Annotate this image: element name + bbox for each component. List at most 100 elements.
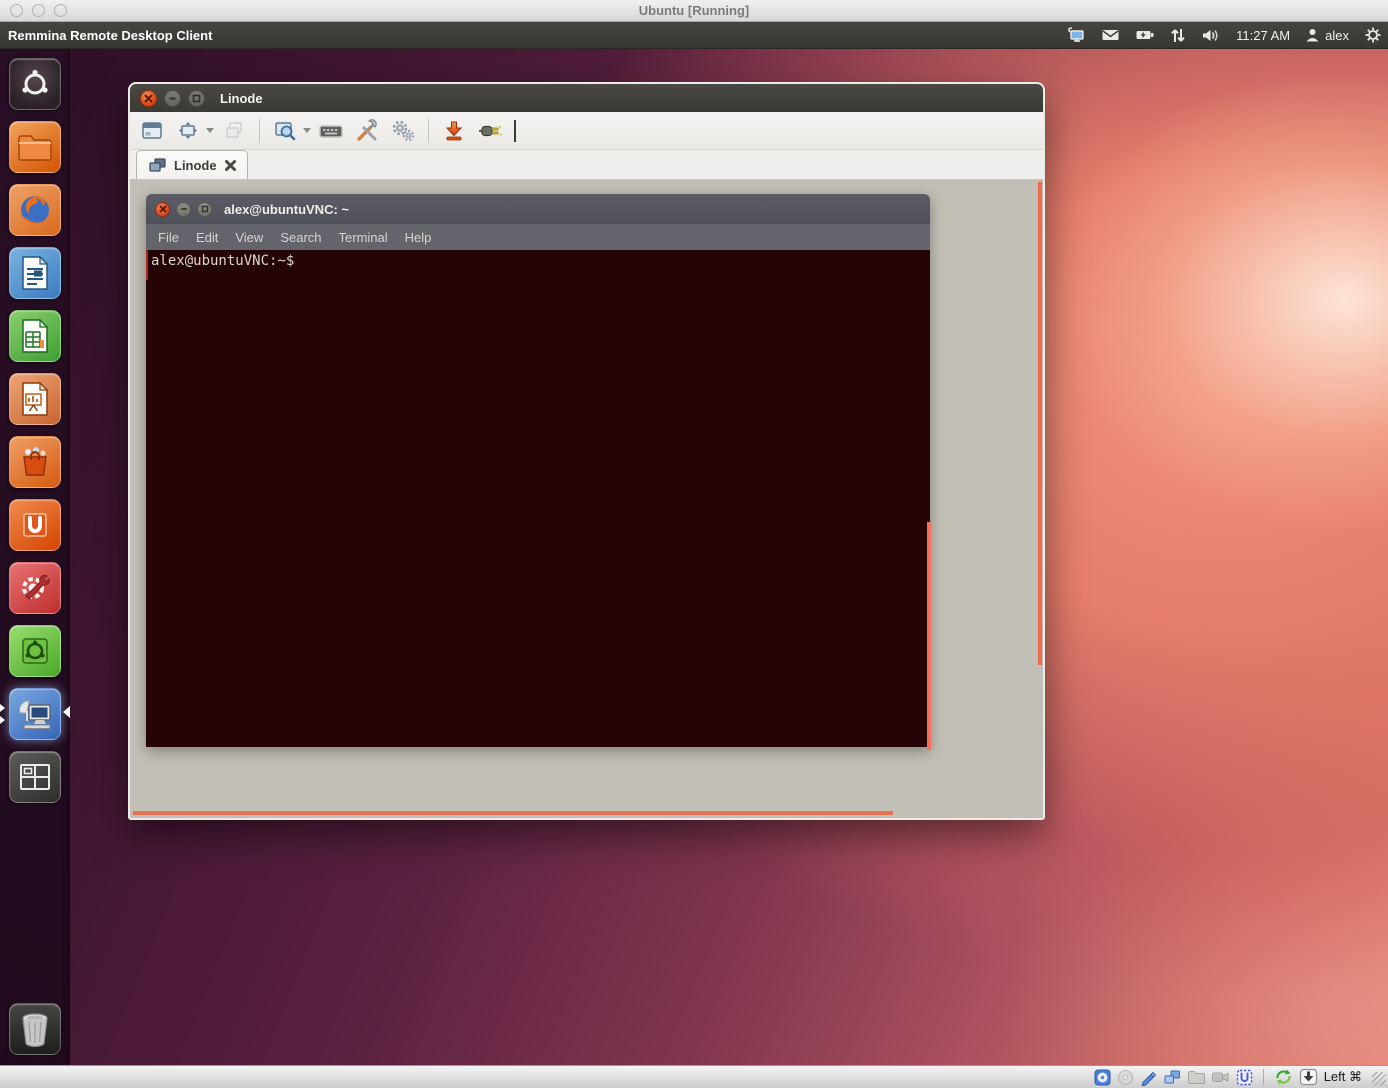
window-minimize-button[interactable] — [164, 90, 181, 107]
fit-window-icon — [176, 119, 200, 143]
terminal-titlebar[interactable]: alex@ubuntuVNC: ~ — [146, 194, 930, 224]
panel-indicators: 11:27 AM alex — [1066, 22, 1382, 48]
launcher-item-libreoffice-calc[interactable] — [9, 310, 61, 362]
macos-titlebar: Ubuntu [Running] — [0, 0, 1388, 22]
launcher-item-remmina[interactable] — [9, 688, 61, 740]
shared-folder-icon[interactable] — [1187, 1069, 1205, 1085]
launcher-item-libreoffice-writer[interactable] — [9, 247, 61, 299]
optical-disk-icon[interactable] — [1117, 1069, 1134, 1086]
virtualbox-guest-screen: Ubuntu [Running] Remmina Remote Desktop … — [0, 0, 1388, 1088]
launcher-item-firefox[interactable] — [9, 184, 61, 236]
video-capture-icon[interactable] — [1211, 1069, 1230, 1085]
gears-icon — [390, 119, 416, 143]
virtualbox-statusbar: Left ⌘ — [0, 1065, 1388, 1088]
terminal-minimize-button[interactable] — [176, 202, 191, 217]
hdd-activity-icon[interactable] — [1094, 1069, 1111, 1086]
keyboard-icon — [318, 119, 344, 143]
menu-view[interactable]: View — [235, 230, 263, 245]
connection-tab-linode[interactable]: Linode — [136, 150, 248, 179]
panel-clock[interactable]: 11:27 AM — [1236, 28, 1290, 43]
remmina-focus-arrow — [63, 706, 70, 718]
launcher-item-dash-home[interactable] — [9, 58, 61, 110]
ubuntu-top-panel: Remmina Remote Desktop Client 11:27 AM a… — [0, 22, 1388, 49]
terminal-title: alex@ubuntuVNC: ~ — [224, 202, 349, 217]
user-icon — [1305, 27, 1320, 43]
menu-search[interactable]: Search — [280, 230, 321, 245]
artifact-viewport-right-line — [1038, 182, 1042, 665]
host-key-capture-icon[interactable] — [1299, 1068, 1318, 1086]
artifact-viewport-bottom-line — [133, 811, 893, 815]
tab-close-icon[interactable] — [224, 159, 237, 172]
launcher-item-update-manager[interactable] — [9, 625, 61, 677]
network-activity-icon[interactable] — [1140, 1069, 1157, 1086]
scaled-menu-arrow[interactable] — [303, 128, 311, 133]
launcher-item-system-settings[interactable] — [9, 562, 61, 614]
duplicate-icon — [222, 119, 246, 143]
remmina-icon — [16, 697, 54, 731]
macos-minimize-button[interactable] — [32, 4, 45, 17]
update-manager-icon — [18, 634, 52, 668]
folder-icon — [17, 132, 53, 162]
remmina-titlebar[interactable]: Linode — [130, 84, 1043, 112]
impress-presentation-icon — [19, 381, 51, 417]
remote-terminal-window[interactable]: alex@ubuntuVNC: ~ File Edit View Search … — [146, 194, 930, 747]
macos-close-button[interactable] — [10, 4, 23, 17]
remmina-toolbar — [130, 112, 1043, 150]
toolbar-separator-2 — [428, 119, 429, 143]
remmina-running-pip — [0, 704, 5, 712]
host-key-label: Left ⌘ — [1324, 1069, 1362, 1085]
launcher-item-home-folder[interactable] — [9, 121, 61, 173]
duplicate-connection-button[interactable] — [218, 116, 250, 146]
remmina-window-title: Linode — [220, 91, 263, 106]
menu-help[interactable]: Help — [405, 230, 432, 245]
terminal-body[interactable]: alex@ubuntuVNC:~$ — [146, 250, 930, 747]
toggle-fullscreen-button[interactable] — [136, 116, 168, 146]
ubuntu-one-icon — [19, 509, 51, 541]
artifact-terminal-right-line — [927, 522, 931, 750]
network-traffic-indicator-icon[interactable] — [1170, 27, 1186, 44]
usb-icon[interactable] — [1236, 1069, 1253, 1086]
terminal-prompt: alex@ubuntuVNC:~$ — [151, 253, 925, 269]
minimize-window-button[interactable] — [438, 116, 470, 146]
tools-icon — [355, 119, 379, 143]
fit-window-menu-arrow[interactable] — [206, 128, 214, 133]
launcher-item-trash[interactable] — [9, 1003, 61, 1055]
fit-window-button[interactable] — [172, 116, 204, 146]
menu-edit[interactable]: Edit — [196, 230, 218, 245]
terminal-maximize-button[interactable] — [197, 202, 212, 217]
mouse-integration-icon[interactable] — [1274, 1068, 1293, 1086]
window-maximize-button[interactable] — [188, 90, 205, 107]
user-menu[interactable]: alex — [1305, 27, 1349, 43]
session-gear-icon[interactable] — [1364, 26, 1382, 44]
remmina-window: Linode — [128, 82, 1045, 820]
volume-indicator-icon[interactable] — [1201, 27, 1221, 44]
tools-button[interactable] — [387, 116, 419, 146]
battery-indicator-icon[interactable] — [1135, 27, 1155, 43]
launcher-item-ubuntu-one[interactable] — [9, 499, 61, 551]
launcher-item-libreoffice-impress[interactable] — [9, 373, 61, 425]
macos-zoom-button[interactable] — [54, 4, 67, 17]
disconnect-button[interactable] — [474, 116, 506, 146]
menu-file[interactable]: File — [158, 230, 179, 245]
launcher-item-workspace-switcher[interactable] — [9, 751, 61, 803]
terminal-close-button[interactable] — [155, 202, 170, 217]
artifact-terminal-left-line — [146, 250, 148, 280]
remmina-running-pip-2 — [0, 716, 5, 724]
launcher-item-ubuntu-software-center[interactable] — [9, 436, 61, 488]
window-close-button[interactable] — [140, 90, 157, 107]
menu-terminal[interactable]: Terminal — [339, 230, 388, 245]
preferences-button[interactable] — [351, 116, 383, 146]
shared-clipboard-icon[interactable] — [1163, 1069, 1181, 1086]
grab-keyboard-button[interactable] — [315, 116, 347, 146]
toolbar-separator — [259, 119, 260, 143]
resize-grip[interactable] — [1372, 1072, 1386, 1086]
toggle-scaled-button[interactable] — [269, 116, 301, 146]
unity-launcher — [0, 49, 70, 1065]
remote-desktop-indicator-icon[interactable] — [1066, 26, 1086, 44]
mail-indicator-icon[interactable] — [1101, 27, 1120, 43]
firefox-icon — [16, 191, 54, 229]
panel-app-title: Remmina Remote Desktop Client — [8, 28, 212, 43]
tab-label: Linode — [174, 158, 217, 173]
vnc-viewport[interactable]: alex@ubuntuVNC: ~ File Edit View Search … — [130, 180, 1043, 818]
host-window-title: Ubuntu [Running] — [0, 3, 1388, 18]
